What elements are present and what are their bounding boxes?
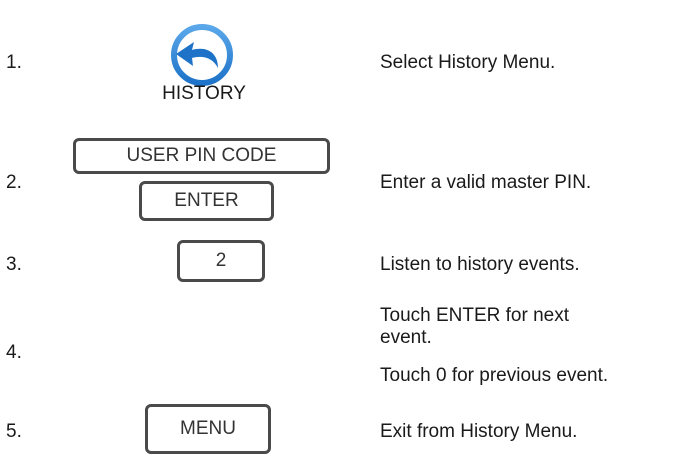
- history-back-arrow-icon[interactable]: [166, 24, 238, 86]
- step-number: 4.: [6, 342, 22, 363]
- step-number: 2.: [6, 172, 22, 193]
- step-number: 1.: [6, 52, 22, 73]
- step-description: Enter a valid master PIN.: [380, 172, 592, 193]
- step-number: 3.: [6, 254, 22, 275]
- user-pin-code-key[interactable]: USER PIN CODE: [73, 138, 330, 174]
- enter-key[interactable]: ENTER: [139, 181, 274, 221]
- step-description: Select History Menu.: [380, 52, 556, 73]
- history-icon-label: HISTORY: [162, 83, 246, 104]
- step-description: Touch ENTER for next: [380, 305, 570, 326]
- step-description: event.: [380, 327, 432, 348]
- step-number: 5.: [6, 421, 22, 442]
- digit-2-key[interactable]: 2: [177, 240, 265, 282]
- step-description: Listen to history events.: [380, 254, 580, 275]
- step-description: Touch 0 for previous event.: [380, 365, 609, 386]
- step-description: Exit from History Menu.: [380, 421, 578, 442]
- menu-key[interactable]: MENU: [145, 404, 271, 454]
